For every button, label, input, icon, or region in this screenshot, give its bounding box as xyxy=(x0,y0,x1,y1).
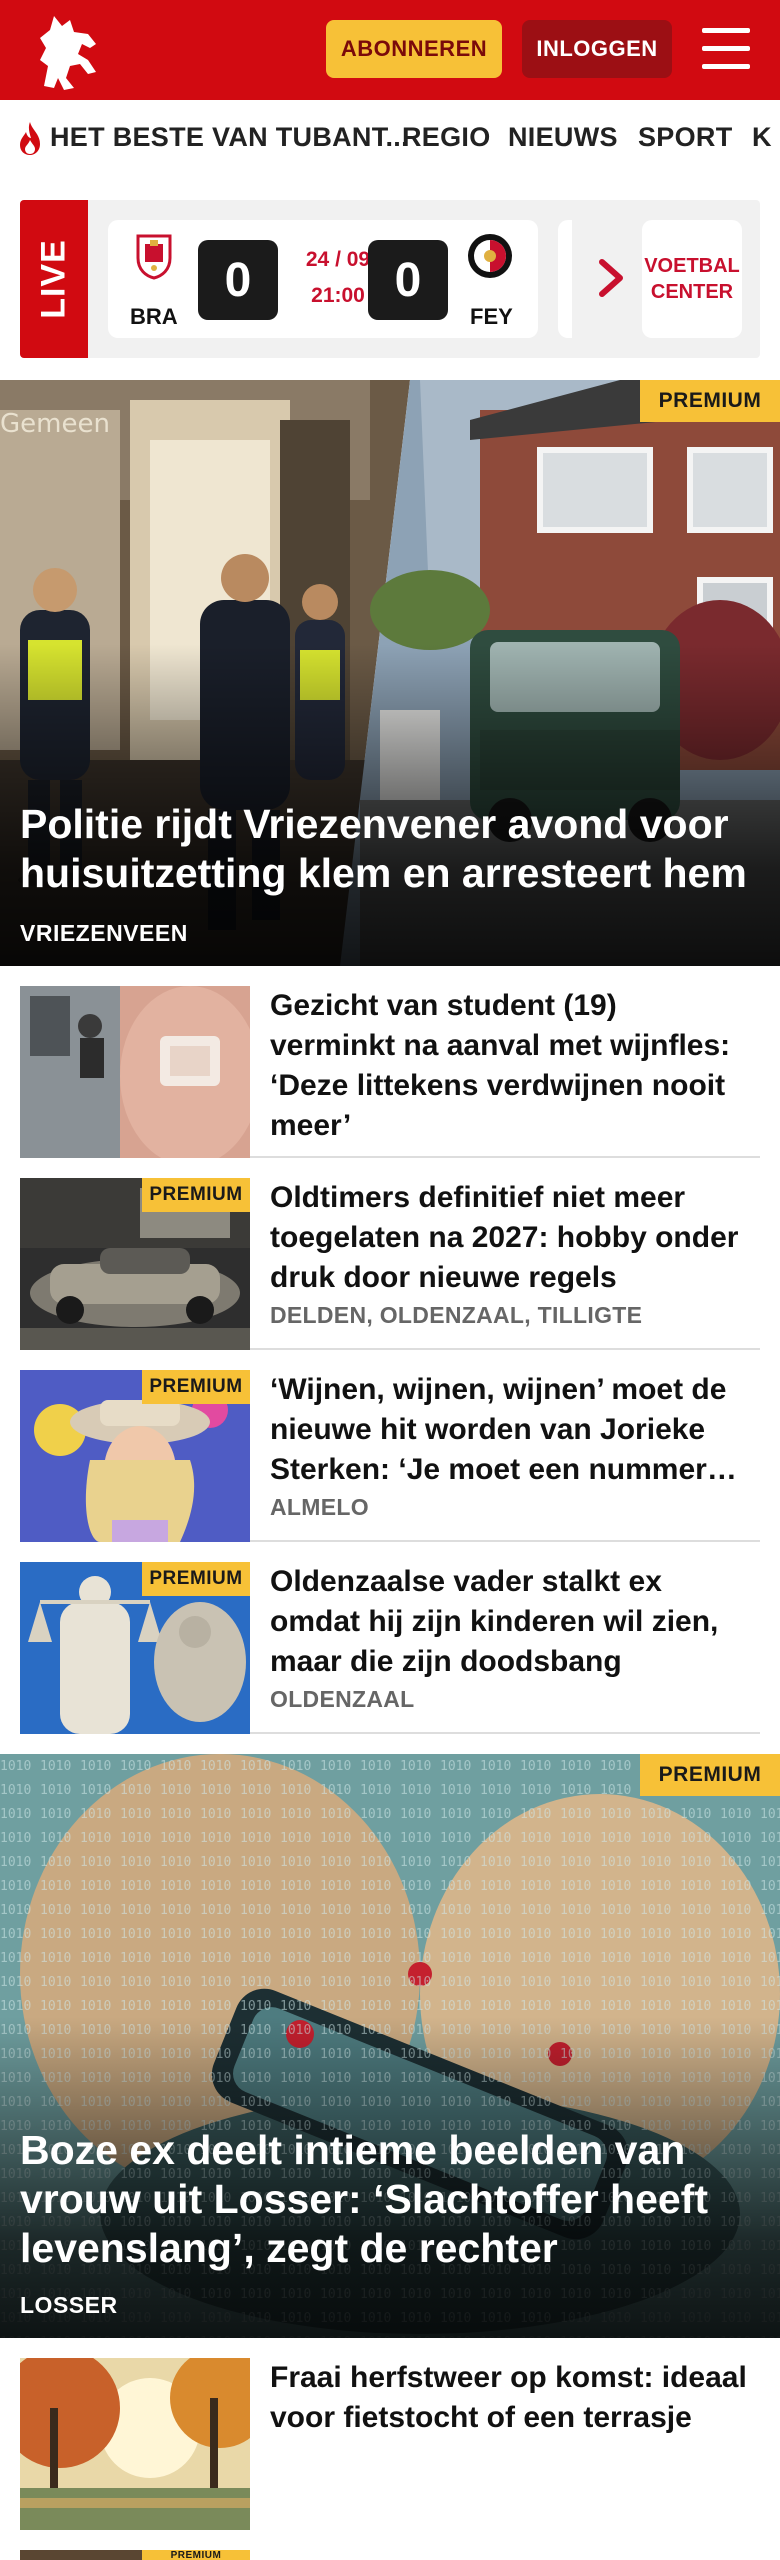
hamburger-menu-icon[interactable] xyxy=(700,24,752,74)
hero-article-vriezenveen[interactable]: Gemeen PREMIUM Politie rijdt Vriezenvene… xyxy=(0,380,780,966)
article-location: DELDEN, OLDENZAAL, TILLIGTE xyxy=(270,1302,643,1328)
premium-badge: PREMIUM xyxy=(142,2550,250,2560)
list-item-partial[interactable]: PREMIUM xyxy=(20,2550,760,2560)
away-team-code: FEY xyxy=(470,304,513,329)
hero-location: VRIEZENVEEN xyxy=(20,920,188,946)
match-time: 21:00 xyxy=(311,284,365,307)
article-title[interactable]: Fraai herfstweer op komst: ideaal voor f… xyxy=(270,2358,750,2438)
nav-item-sport[interactable]: SPORT xyxy=(638,122,733,153)
login-button[interactable]: INLOGGEN xyxy=(522,20,672,78)
list-item[interactable]: PREMIUM ‘Wijnen, wijnen, wijnen’ moet de… xyxy=(20,1370,760,1542)
list-item[interactable]: Fraai herfstweer op komst: ideaal voor f… xyxy=(20,2358,760,2530)
article-thumbnail xyxy=(20,986,250,1158)
premium-badge: PREMIUM xyxy=(142,1562,250,1596)
article-title[interactable]: Oldtimers definitief niet meer toegelate… xyxy=(270,1178,750,1298)
match-card[interactable]: BRA 0 24 / 09 21:00 0 FEY xyxy=(108,220,538,338)
list-item[interactable]: PREMIUM Oldenzaalse vader stalkt ex omda… xyxy=(20,1562,760,1734)
away-score: 0 xyxy=(368,240,448,320)
list-item[interactable]: PREMIUM Oldtimers definitief niet meer t… xyxy=(20,1178,760,1350)
list-item[interactable]: Gezicht van student (19) verminkt na aan… xyxy=(20,986,760,1158)
svg-text:Gemeen: Gemeen xyxy=(0,409,110,439)
match-date: 24 / 09 xyxy=(305,248,371,271)
hero-title[interactable]: Boze ex deelt intieme beelden van vrouw … xyxy=(20,2126,760,2273)
article-location: ALMELO xyxy=(270,1494,369,1520)
top-bar: ABONNEREN INLOGGEN xyxy=(0,0,780,100)
premium-badge: PREMIUM xyxy=(142,1370,250,1404)
tubantia-horse-logo-icon[interactable] xyxy=(30,8,110,94)
article-thumbnail xyxy=(20,2358,250,2530)
live-tag: LIVE xyxy=(20,200,88,358)
live-scores-bar: LIVE BRA 0 24 / 09 21:00 0 FEY VOETBAL CE… xyxy=(20,200,760,358)
subscribe-button[interactable]: ABONNEREN xyxy=(326,20,502,78)
nav-item-next[interactable]: K xyxy=(752,122,772,153)
premium-badge: PREMIUM xyxy=(640,380,780,422)
section-nav: HET BESTE VAN TUBANT... REGIO NIEUWS SPO… xyxy=(0,100,780,180)
hero-title[interactable]: Politie rijdt Vriezenvener avond voor hu… xyxy=(20,800,760,898)
home-team-code: BRA xyxy=(130,304,178,329)
article-title[interactable]: ‘Wijnen, wijnen, wijnen’ moet de nieuwe … xyxy=(270,1370,750,1490)
premium-badge: PREMIUM xyxy=(640,1754,780,1796)
hero-location: LOSSER xyxy=(20,2292,118,2318)
nav-item-het-beste[interactable]: HET BESTE VAN TUBANT... xyxy=(50,122,409,153)
premium-badge: PREMIUM xyxy=(142,1178,250,1212)
next-match-card-partial[interactable] xyxy=(558,220,572,338)
flame-icon xyxy=(20,122,40,155)
nav-item-nieuws[interactable]: NIEUWS xyxy=(508,122,618,153)
article-title[interactable]: Gezicht van student (19) verminkt na aan… xyxy=(270,986,750,1146)
article-title[interactable]: Oldenzaalse vader stalkt ex omdat hij zi… xyxy=(270,1562,750,1682)
voetbal-center-link[interactable]: VOETBAL CENTER xyxy=(642,220,742,338)
feyenoord-crest-icon xyxy=(468,234,512,278)
hero-article-losser[interactable]: 1010 PREMIUM Boze ex deelt intieme beeld… xyxy=(0,1754,780,2338)
home-score: 0 xyxy=(198,240,278,320)
braga-crest-icon xyxy=(136,234,172,280)
article-location: OLDENZAAL xyxy=(270,1686,415,1712)
nav-item-regio[interactable]: REGIO xyxy=(402,122,491,153)
chevron-right-icon[interactable] xyxy=(594,258,628,298)
